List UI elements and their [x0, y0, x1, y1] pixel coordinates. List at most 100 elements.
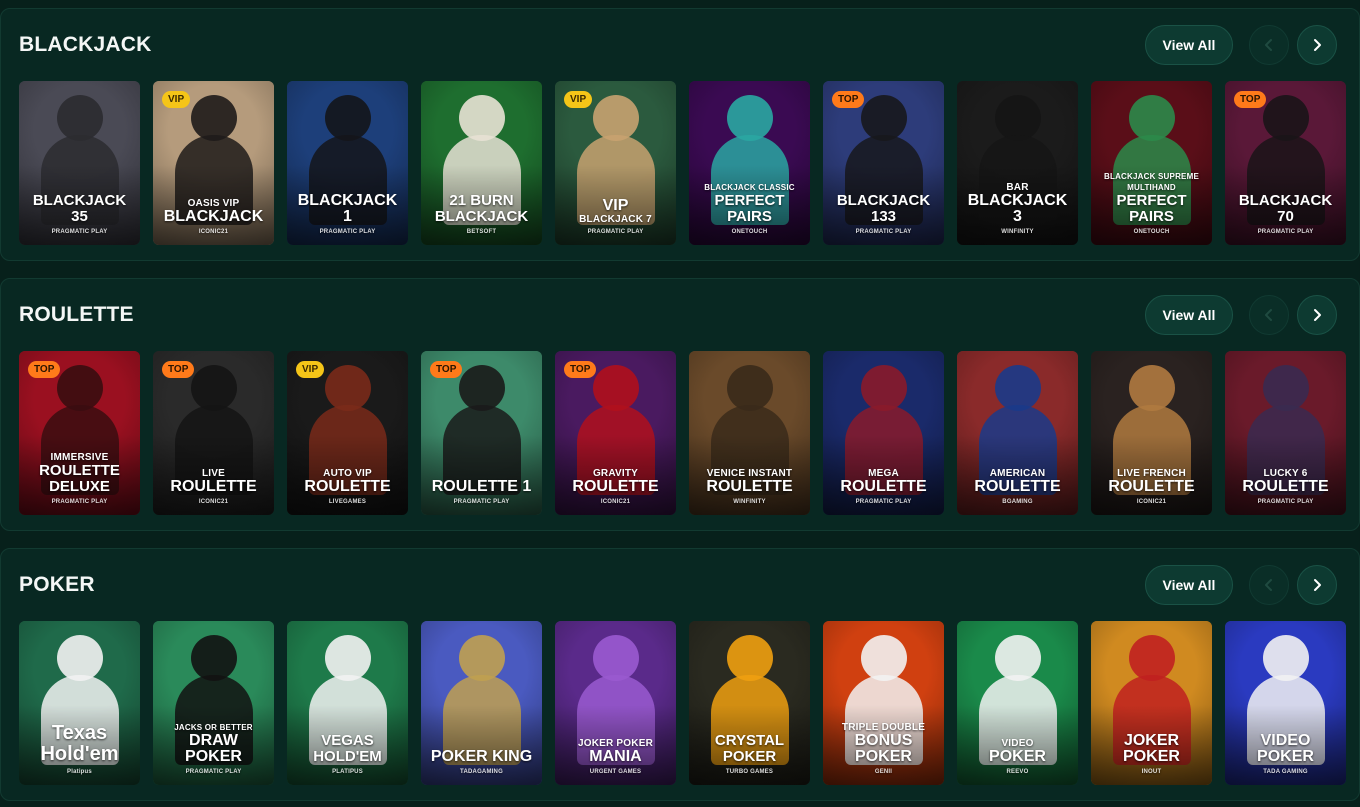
- game-label: VENICE INSTANT ROULETTE WINFINITY: [689, 468, 810, 507]
- game-card[interactable]: VENICE INSTANT ROULETTE WINFINITY: [689, 351, 810, 515]
- carousel-next-button[interactable]: [1297, 295, 1337, 335]
- game-provider: WINFINITY: [1001, 229, 1034, 235]
- section-title: ROULETTE: [19, 303, 134, 326]
- game-provider: ICONIC21: [600, 499, 631, 505]
- game-provider: ONETOUCH: [731, 229, 768, 235]
- carousel-prev-button[interactable]: [1249, 25, 1289, 65]
- game-title: CRYSTAL POKER: [714, 732, 785, 765]
- game-card[interactable]: LIVE FRENCH ROULETTE ICONIC21: [1091, 351, 1212, 515]
- section-title: BLACKJACK: [19, 33, 152, 56]
- top-badge: TOP: [28, 361, 61, 378]
- game-title: ROULETTE 1: [431, 478, 532, 495]
- game-title: ROULETTE: [1242, 478, 1329, 495]
- game-label: BLACKJACK 35 PRAGMATIC PLAY: [19, 193, 140, 237]
- game-provider: PRAGMATIC PLAY: [51, 499, 108, 505]
- carousel-prev-button[interactable]: [1249, 565, 1289, 605]
- game-title: BLACKJACK 3: [967, 192, 1068, 225]
- game-title: ROULETTE: [304, 478, 391, 495]
- game-label: AMERICAN ROULETTE BGAMING: [957, 468, 1078, 507]
- game-label: VIDEO POKER REEVO: [957, 738, 1078, 777]
- game-provider: PRAGMATIC PLAY: [51, 229, 108, 235]
- game-card[interactable]: VIP VIP BLACKJACK 7 PRAGMATIC PLAY: [555, 81, 676, 245]
- game-provider: GENII: [874, 769, 893, 775]
- carousel-next-button[interactable]: [1297, 565, 1337, 605]
- game-card[interactable]: JOKER POKER INOUT: [1091, 621, 1212, 785]
- game-label: ROULETTE 1 PRAGMATIC PLAY: [421, 479, 542, 507]
- game-card[interactable]: TRIPLE DOUBLE BONUS POKER GENII: [823, 621, 944, 785]
- carousel-prev-button[interactable]: [1249, 295, 1289, 335]
- game-card[interactable]: VEGAS HOLD'EM PLATIPUS: [287, 621, 408, 785]
- game-label: BLACKJACK CLASSIC PERFECT PAIRS ONETOUCH: [689, 182, 810, 237]
- game-label: MEGA ROULETTE PRAGMATIC PLAY: [823, 468, 944, 507]
- game-card[interactable]: POKER KING TADAGAMING: [421, 621, 542, 785]
- game-provider: TURBO GAMES: [725, 769, 774, 775]
- game-carousel: BLACKJACK 35 PRAGMATIC PLAY VIP OASIS VIP BL…: [19, 81, 1346, 245]
- game-title: PERFECT PAIRS: [714, 192, 785, 225]
- vip-badge: VIP: [162, 91, 191, 108]
- game-label: Texas Hold'em Platipus: [19, 723, 140, 777]
- game-title: MANIA: [589, 748, 642, 765]
- chevron-right-icon: [1314, 309, 1321, 321]
- game-card[interactable]: VIP AUTO VIP ROULETTE LIVEGAMES: [287, 351, 408, 515]
- game-card[interactable]: TOP LIVE ROULETTE ICONIC21: [153, 351, 274, 515]
- game-card[interactable]: TOP ROULETTE 1 PRAGMATIC PLAY: [421, 351, 542, 515]
- game-card[interactable]: Texas Hold'em Platipus: [19, 621, 140, 785]
- game-card[interactable]: TOP BLACKJACK 133 PRAGMATIC PLAY: [823, 81, 944, 245]
- game-card[interactable]: JACKS OR BETTER DRAW POKER PRAGMATIC PLAY: [153, 621, 274, 785]
- carousel-next-button[interactable]: [1297, 25, 1337, 65]
- game-card[interactable]: BLACKJACK CLASSIC PERFECT PAIRS ONETOUCH: [689, 81, 810, 245]
- game-card[interactable]: TOP GRAVITY ROULETTE ICONIC21: [555, 351, 676, 515]
- game-card[interactable]: BLACKJACK SUPREME MULTIHAND PERFECT PAIRS…: [1091, 81, 1212, 245]
- game-card[interactable]: TOP IMMERSIVE ROULETTE DELUXE PRAGMATIC PLA…: [19, 351, 140, 515]
- section-roulette: ROULETTE View All TOP IMMERSIVE ROULETTE DEL…: [0, 278, 1360, 531]
- chevron-left-icon: [1265, 39, 1272, 51]
- game-label: LIVE FRENCH ROULETTE ICONIC21: [1091, 468, 1212, 507]
- game-title: BLACKJACK 35: [32, 192, 127, 225]
- game-card[interactable]: VIP OASIS VIP BLACKJACK ICONIC21: [153, 81, 274, 245]
- view-all-button[interactable]: View All: [1145, 295, 1233, 335]
- chevron-left-icon: [1265, 579, 1272, 591]
- game-provider: PRAGMATIC PLAY: [185, 769, 242, 775]
- chevron-left-icon: [1265, 309, 1272, 321]
- game-card[interactable]: 21 BURN BLACKJACK BETSOFT: [421, 81, 542, 245]
- game-provider: PRAGMATIC PLAY: [1257, 229, 1314, 235]
- game-card[interactable]: BLACKJACK 35 PRAGMATIC PLAY: [19, 81, 140, 245]
- game-title: JOKER POKER: [1123, 732, 1180, 765]
- vip-badge: VIP: [296, 361, 325, 378]
- game-provider: ICONIC21: [198, 499, 229, 505]
- game-card[interactable]: LUCKY 6 ROULETTE PRAGMATIC PLAY: [1225, 351, 1346, 515]
- view-all-button[interactable]: View All: [1145, 565, 1233, 605]
- game-label: LUCKY 6 ROULETTE PRAGMATIC PLAY: [1225, 468, 1346, 507]
- game-provider: LIVEGAMES: [328, 499, 367, 505]
- game-label: VIP BLACKJACK 7 PRAGMATIC PLAY: [555, 198, 676, 237]
- game-card[interactable]: CRYSTAL POKER TURBO GAMES: [689, 621, 810, 785]
- game-card[interactable]: MEGA ROULETTE PRAGMATIC PLAY: [823, 351, 944, 515]
- game-title: VIDEO POKER: [1257, 732, 1314, 765]
- game-provider: ICONIC21: [1136, 499, 1167, 505]
- game-subtitle-secondary: BLACKJACK 7: [579, 214, 652, 225]
- game-provider: PRAGMATIC PLAY: [855, 229, 912, 235]
- game-card[interactable]: JOKER POKER MANIA URGENT GAMES: [555, 621, 676, 785]
- game-provider: URGENT GAMES: [589, 769, 642, 775]
- game-provider: TADAGAMING: [460, 769, 503, 775]
- game-provider: PRAGMATIC PLAY: [1257, 499, 1314, 505]
- game-title: BONUS POKER: [854, 732, 913, 765]
- game-label: TRIPLE DOUBLE BONUS POKER GENII: [823, 722, 944, 777]
- game-label: CRYSTAL POKER TURBO GAMES: [689, 733, 810, 777]
- game-card[interactable]: BLACKJACK 1 PRAGMATIC PLAY: [287, 81, 408, 245]
- game-provider: BETSOFT: [466, 229, 497, 235]
- game-card[interactable]: VIDEO POKER REEVO: [957, 621, 1078, 785]
- game-title: ROULETTE: [974, 478, 1061, 495]
- view-all-button[interactable]: View All: [1145, 25, 1233, 65]
- section-blackjack: BLACKJACK View All BLACKJACK 35 PRAGMATIC P…: [0, 8, 1360, 261]
- game-provider: TADA GAMING: [1263, 769, 1308, 775]
- game-provider: ONETOUCH: [1133, 229, 1170, 235]
- game-card[interactable]: TOP BLACKJACK 70 PRAGMATIC PLAY: [1225, 81, 1346, 245]
- game-label: JACKS OR BETTER DRAW POKER PRAGMATIC PLAY: [153, 722, 274, 777]
- game-card[interactable]: AMERICAN ROULETTE BGAMING: [957, 351, 1078, 515]
- game-card[interactable]: BAR BLACKJACK 3 WINFINITY: [957, 81, 1078, 245]
- top-badge: TOP: [162, 361, 195, 378]
- game-card[interactable]: VIDEO POKER TADA GAMING: [1225, 621, 1346, 785]
- game-title: VIP: [602, 197, 629, 214]
- chevron-right-icon: [1314, 39, 1321, 51]
